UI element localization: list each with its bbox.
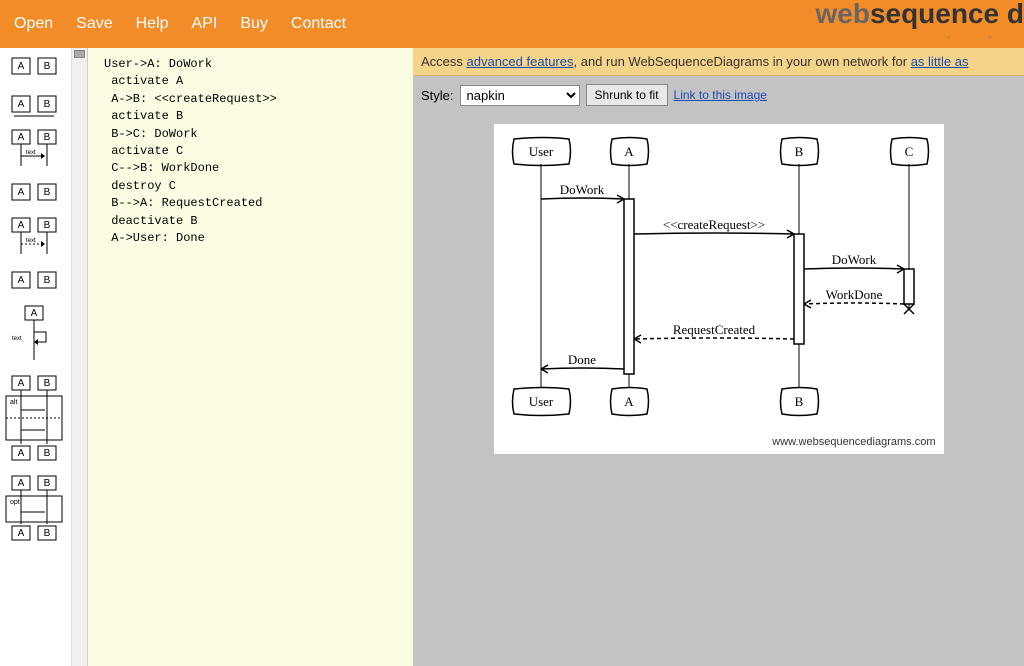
template-thumb[interactable]: A Btext [4, 216, 64, 256]
svg-text:text: text [12, 336, 22, 342]
svg-text:A: A [624, 394, 634, 409]
svg-text:<<createRequest>>: <<createRequest>> [662, 217, 764, 232]
svg-text:DoWork: DoWork [559, 182, 604, 197]
sidebar-scrollbar[interactable] [71, 48, 87, 666]
link-image[interactable]: Link to this image [674, 88, 767, 102]
template-thumb[interactable]: A Bopt A B [4, 474, 64, 544]
pricing-link[interactable]: as little as [911, 54, 969, 69]
main: AB AB ABtext AB ABtext AB Atext ABaltAB … [0, 48, 1024, 666]
header: Open Save Help API Buy Contact websequen… [0, 0, 1024, 48]
svg-text:B: B [44, 478, 51, 489]
svg-text:DoWork: DoWork [831, 252, 876, 267]
svg-text:B: B [44, 99, 51, 110]
svg-text:B: B [44, 448, 51, 459]
preview-pane: Access advanced features, and run WebSeq… [413, 48, 1024, 666]
svg-text:text: text [26, 238, 36, 244]
svg-text:A: A [18, 448, 25, 459]
svg-text:opt: opt [10, 499, 20, 506]
svg-text:alt: alt [10, 399, 17, 406]
svg-text:WorkDone: WorkDone [825, 287, 882, 302]
advanced-features-link[interactable]: advanced features [467, 54, 574, 69]
svg-text:B: B [44, 378, 51, 389]
save-button[interactable]: Save [66, 9, 122, 39]
scrollbar-thumb[interactable] [74, 50, 85, 58]
code-editor[interactable]: User->A: DoWork activate A A->B: <<creat… [88, 48, 413, 666]
svg-text:A: A [18, 187, 25, 198]
banner-mid: , and run WebSequenceDiagrams in your ow… [573, 54, 910, 69]
logo-fast: fast [921, 25, 944, 41]
template-thumb[interactable]: AB [4, 266, 64, 294]
svg-text:B: B [44, 187, 51, 198]
svg-text:A: A [624, 144, 634, 159]
svg-text:RequestCreated: RequestCreated [672, 322, 755, 337]
template-thumb[interactable]: A Btext [4, 128, 64, 168]
diagram-area: .nap{font-family:'Comic Sans MS',cursive… [413, 114, 1024, 464]
svg-text:A: A [18, 132, 25, 143]
svg-text:text: text [26, 150, 36, 156]
svg-text:C: C [904, 144, 913, 159]
editor-text: User->A: DoWork activate A A->B: <<creat… [104, 57, 277, 245]
template-sidebar[interactable]: AB AB ABtext AB ABtext AB Atext ABaltAB … [0, 48, 88, 666]
svg-text:B: B [44, 220, 51, 231]
svg-text:A: A [18, 99, 25, 110]
svg-text:B: B [44, 61, 51, 72]
promo-banner: Access advanced features, and run WebSeq… [413, 48, 1024, 76]
sequence-diagram: .nap{font-family:'Comic Sans MS',cursive… [494, 124, 944, 454]
template-thumb[interactable]: Atext [4, 304, 64, 364]
buy-button[interactable]: Buy [230, 9, 278, 39]
svg-text:B: B [794, 144, 803, 159]
svg-text:A: A [31, 308, 38, 319]
svg-text:User: User [528, 144, 553, 159]
template-thumb[interactable]: AB [4, 90, 64, 118]
logo-web: web [815, 0, 869, 29]
svg-text:B: B [794, 394, 803, 409]
open-button[interactable]: Open [4, 9, 63, 39]
template-thumb[interactable]: AB [4, 178, 64, 206]
svg-text:A: A [18, 378, 25, 389]
svg-text:A: A [18, 220, 25, 231]
svg-text:A: A [18, 61, 25, 72]
svg-text:A: A [18, 528, 25, 539]
api-button[interactable]: API [182, 9, 228, 39]
svg-text:B: B [44, 528, 51, 539]
style-select[interactable]: napkin [460, 85, 580, 106]
svg-text:B: B [44, 132, 51, 143]
logo-fun: fun [997, 25, 1016, 41]
banner-prefix: Access [421, 54, 467, 69]
template-thumb[interactable]: AB [4, 52, 64, 80]
style-label: Style: [421, 88, 454, 103]
svg-text:Done: Done [567, 352, 595, 367]
template-thumb[interactable]: A Balt A B [4, 374, 64, 464]
contact-button[interactable]: Contact [281, 9, 356, 39]
logo: websequence d fast . easy . fun [815, 0, 1024, 40]
hint-arrows: Type here Result [378, 403, 413, 523]
diagram-watermark: www.websequencediagrams.com [772, 436, 935, 448]
svg-text:A: A [18, 478, 25, 489]
svg-text:B: B [44, 275, 51, 286]
svg-text:User: User [528, 394, 553, 409]
help-button[interactable]: Help [126, 9, 179, 39]
shrunk-button[interactable]: Shrunk to fit [586, 84, 668, 106]
svg-text:A: A [18, 275, 25, 286]
controls-bar: Style: napkin Shrunk to fit Link to this… [413, 76, 1024, 114]
logo-easy: easy [955, 25, 985, 41]
